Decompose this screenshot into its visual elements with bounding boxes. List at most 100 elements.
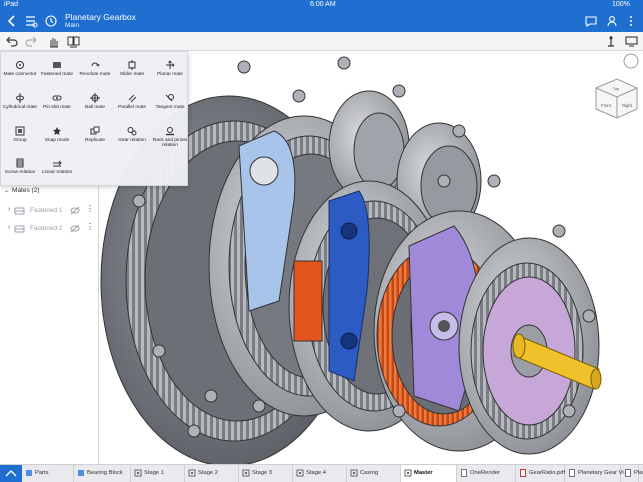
mate-menu-icon[interactable]: ⋮ [86,204,94,213]
planar-mate-label: Planar mate [157,72,183,77]
tab-label: Parts [35,470,49,476]
tangent-mate-icon [165,94,174,102]
tab-bearing-block[interactable]: Bearing Block [74,465,131,482]
rack-pinion-relation-button[interactable]: Rack and pinion relation [151,126,189,149]
carrier-label: iPad [4,1,19,8]
status-bar: iPad 6:00 AM 100% [0,0,643,11]
tab-stage-3[interactable]: Stage 3 [239,465,293,482]
fastened-mate-icon [14,225,25,233]
revolute-mate-icon [91,62,100,67]
tab-planetary-gear-vi[interactable]: Planetary Gear Vi... [565,465,628,482]
history-icon[interactable] [44,14,58,28]
snap-mode-button[interactable]: Snap mode [38,126,76,143]
assembly-icon [296,469,304,477]
tangent-mate-label: Tangent mate [155,105,185,110]
tab-plane[interactable]: Plane [621,465,643,482]
back-icon[interactable] [5,14,19,28]
tab-label: Stage 1 [144,470,164,476]
rack-pinion-icon [166,127,174,136]
document-icon [461,469,467,477]
display-mode-icon[interactable] [624,34,639,49]
tab-label: Casing [360,470,379,476]
chevron-down-icon: ⌄ [4,188,10,194]
parallel-mate-button[interactable]: Parallel mate [113,93,151,110]
measure-icon[interactable] [604,34,619,49]
mate-connector-label: Mate connector [3,72,37,77]
assembly-icon [404,469,412,477]
mate-connector-button[interactable]: Mate connector [1,60,39,77]
hidden-eye-icon[interactable] [70,206,80,215]
clock: 6:00 AM [310,1,336,8]
feature-list-icon[interactable] [24,14,38,28]
fastened-mate-icon [53,62,61,68]
cylindrical-mate-button[interactable]: Cylindrical mate [1,93,39,110]
tab-casing[interactable]: Casing [347,465,401,482]
revolute-mate-label: Revolute mate [79,72,111,77]
fastened-mate-label: Fastened mate [41,72,73,77]
toolbar [0,32,643,51]
part-studio-icon [26,470,32,476]
output-stage [458,237,602,455]
tab-label: GearRatio.pdf [529,470,566,476]
tab-stage-4[interactable]: Stage 4 [293,465,347,482]
comments-icon[interactable] [584,14,598,28]
cylindrical-mate-label: Cylindrical mate [2,105,38,110]
cylindrical-mate-icon [16,93,24,103]
tangent-mate-button[interactable]: Tangent mate [151,93,189,110]
mate-item[interactable]: › Fastened 2 ⋮ [8,221,96,237]
chevron-right-icon: › [8,224,11,231]
redo-icon[interactable] [24,34,39,49]
slider-mate-label: Slider mate [119,72,145,77]
parallel-mate-label: Parallel mate [118,105,146,110]
undo-icon[interactable] [4,34,19,49]
mate-tools-icon[interactable] [66,34,81,49]
gear-relation-button[interactable]: Gear relation [113,126,151,143]
tab-manager-button[interactable] [0,465,22,482]
tab-parts[interactable]: Parts [22,465,74,482]
linear-relation-label: Linear relation [41,170,73,175]
group-button[interactable]: Group [1,126,39,143]
assembly-icon [242,469,250,477]
mates-heading[interactable]: ⌄ Mates (2) [4,187,39,194]
select-hand-icon[interactable] [46,34,61,49]
tab-onerender[interactable]: OneRender [457,465,516,482]
ball-mate-button[interactable]: Ball mate [76,93,114,110]
share-icon[interactable] [605,14,619,28]
screw-relation-button[interactable]: Screw relation [1,158,39,175]
tab-stage-2[interactable]: Stage 2 [185,465,239,482]
planar-mate-button[interactable]: Planar mate [151,60,189,77]
revolute-mate-button[interactable]: Revolute mate [76,60,114,77]
replicate-button[interactable]: Replicate [76,126,114,143]
more-menu-icon[interactable] [624,14,638,28]
tab-label: Plane [634,470,643,476]
document-icon [625,469,631,477]
fastened-mate-button[interactable]: Fastened mate [38,60,76,77]
tab-label: Stage 2 [198,470,218,476]
view-cube[interactable]: Top Front Right [595,53,639,119]
tab-label: Stage 3 [252,470,272,476]
view-cube-right-label: Right [622,103,633,108]
tab-label: OneRender [470,470,500,476]
ball-mate-label: Ball mate [85,105,105,110]
fastened-mate-icon [14,207,25,215]
mate-menu-icon[interactable]: ⋮ [86,222,94,231]
mate-connector-icon [16,61,24,69]
mate-item[interactable]: › Fastened 1 ⋮ [8,203,96,219]
group-icon [15,126,25,136]
pin-slot-mate-button[interactable]: Pin slot mate [38,93,76,110]
pdf-icon [520,469,526,477]
tab-label: Bearing Block [87,470,123,476]
tab-label: Stage 4 [306,470,326,476]
assembly-icon [350,469,358,477]
hidden-eye-icon[interactable] [70,224,80,233]
chevron-up-icon [5,470,17,477]
snap-mode-label: Snap mode [44,138,70,143]
tab-stage-1[interactable]: Stage 1 [131,465,185,482]
screw-relation-icon [16,158,24,168]
assembly-icon [188,469,196,477]
linear-relation-button[interactable]: Linear relation [38,158,76,175]
mate-label: Fastened 2 [30,225,63,232]
slider-mate-button[interactable]: Slider mate [113,60,151,77]
tab-master[interactable]: Master [401,465,457,482]
tab-gearratio-pdf[interactable]: GearRatio.pdf [516,465,565,482]
